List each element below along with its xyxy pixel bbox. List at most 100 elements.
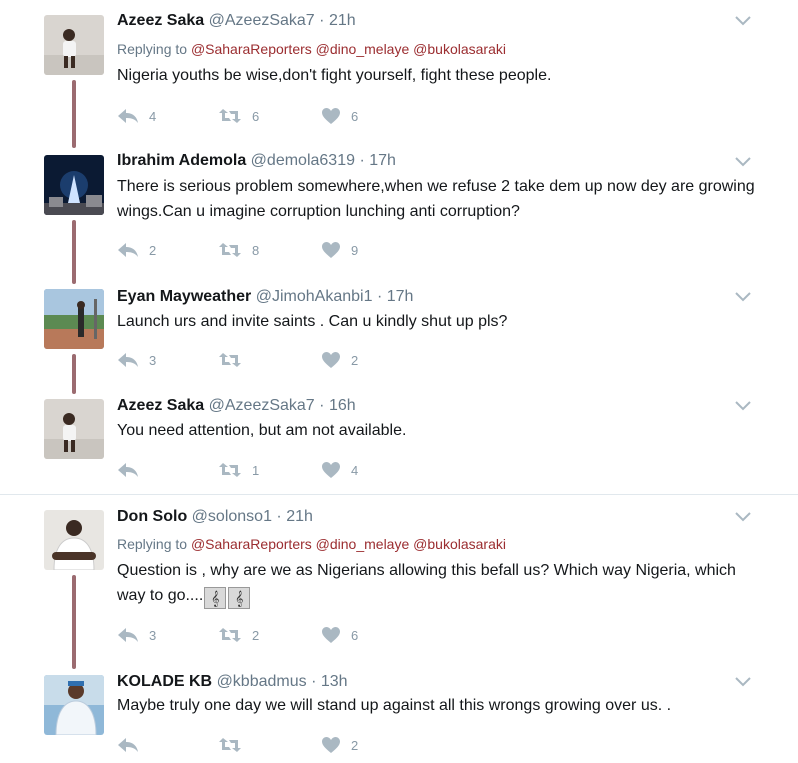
mention-link[interactable]: @dino_melaye: [316, 41, 410, 57]
user-handle[interactable]: @AzeezSaka7: [209, 397, 315, 414]
retweet-icon: [219, 109, 241, 123]
user-handle[interactable]: @JimohAkanbi1: [256, 288, 373, 305]
replying-to: Replying to @SaharaReporters @dino_melay…: [117, 40, 506, 58]
timestamp[interactable]: 17h: [369, 152, 396, 169]
like-count: 6: [351, 627, 359, 643]
display-name[interactable]: Eyan Mayweather: [117, 288, 251, 305]
retweet-count: 6: [252, 108, 260, 124]
mention-link[interactable]: @bukolasaraki: [413, 536, 506, 552]
retweet-icon: [219, 353, 241, 367]
timestamp[interactable]: 17h: [387, 288, 414, 305]
timestamp[interactable]: 13h: [321, 673, 348, 690]
tweet-text: Maybe truly one day we will stand up aga…: [117, 697, 672, 714]
replying-to: Replying to @SaharaReporters @dino_melay…: [117, 535, 506, 553]
heart-icon: [322, 462, 340, 478]
chevron-down-icon[interactable]: [734, 511, 752, 523]
like-button[interactable]: 2: [321, 735, 358, 755]
chevron-down-icon[interactable]: [734, 15, 752, 27]
display-name[interactable]: Azeez Saka: [117, 12, 204, 29]
like-count: 2: [351, 352, 359, 368]
reply-button[interactable]: 3: [117, 625, 156, 645]
tweet-text: Launch urs and invite saints . Can u kin…: [117, 313, 508, 330]
avatar[interactable]: [44, 510, 104, 570]
like-count: 4: [351, 462, 359, 478]
display-name[interactable]: KOLADE KB: [117, 673, 212, 690]
retweet-button[interactable]: [218, 735, 252, 755]
retweet-button[interactable]: 8: [218, 240, 259, 260]
heart-icon: [322, 627, 340, 643]
reply-button[interactable]: [117, 460, 149, 480]
user-handle[interactable]: @AzeezSaka7: [209, 12, 315, 29]
display-name[interactable]: Azeez Saka: [117, 397, 204, 414]
like-button[interactable]: 2: [321, 350, 358, 370]
retweet-count: 2: [252, 627, 260, 643]
display-name[interactable]: Don Solo: [117, 508, 187, 525]
tweet[interactable]: Azeez Saka @AzeezSaka7 · 16h You need at…: [0, 394, 798, 494]
avatar[interactable]: [44, 155, 104, 215]
reply-icon: [118, 109, 138, 123]
mention-link[interactable]: @SaharaReporters: [191, 41, 312, 57]
like-button[interactable]: 9: [321, 240, 358, 260]
reply-icon: [118, 628, 138, 642]
replying-to-label: Replying to: [117, 41, 188, 57]
tweet-header: Azeez Saka @AzeezSaka7 · 21h: [117, 11, 356, 31]
tweet[interactable]: Don Solo @solonso1 · 21h Replying to @Sa…: [0, 495, 798, 669]
display-name[interactable]: Ibrahim Ademola: [117, 152, 246, 169]
like-button[interactable]: 6: [321, 106, 358, 126]
like-button[interactable]: 6: [321, 625, 358, 645]
heart-icon: [322, 108, 340, 124]
timestamp[interactable]: 16h: [329, 397, 356, 414]
like-button[interactable]: 4: [321, 460, 358, 480]
chevron-down-icon[interactable]: [734, 291, 752, 303]
reply-icon: [118, 738, 138, 752]
chevron-down-icon[interactable]: [734, 400, 752, 412]
tweet[interactable]: KOLADE KB @kbbadmus · 13h Maybe truly on…: [0, 669, 798, 763]
replying-to-label: Replying to: [117, 536, 188, 552]
separator: ·: [276, 508, 282, 525]
like-count: 9: [351, 242, 359, 258]
tweet-header: Eyan Mayweather @JimohAkanbi1 · 17h: [117, 287, 413, 307]
chevron-down-icon[interactable]: [734, 156, 752, 168]
user-handle[interactable]: @kbbadmus: [217, 673, 307, 690]
mention-link[interactable]: @dino_melaye: [316, 536, 410, 552]
musical-score-emoji: 𝄞: [228, 587, 251, 609]
retweet-count: 8: [252, 242, 260, 258]
tweet-header: Ibrahim Ademola @demola6319 · 17h: [117, 151, 396, 171]
avatar[interactable]: [44, 399, 104, 459]
mention-link[interactable]: @bukolasaraki: [413, 41, 506, 57]
retweet-button[interactable]: [218, 350, 252, 370]
retweet-button[interactable]: 2: [218, 625, 259, 645]
timestamp[interactable]: 21h: [286, 508, 313, 525]
like-count: 2: [351, 737, 359, 753]
reply-icon: [118, 353, 138, 367]
separator: ·: [319, 12, 325, 29]
avatar[interactable]: [44, 15, 104, 75]
heart-icon: [322, 737, 340, 753]
retweet-icon: [219, 463, 241, 477]
mention-link[interactable]: @SaharaReporters: [191, 536, 312, 552]
heart-icon: [322, 242, 340, 258]
separator: ·: [376, 288, 383, 305]
reply-button[interactable]: 3: [117, 350, 156, 370]
user-handle[interactable]: @solonso1: [192, 508, 272, 525]
user-handle[interactable]: @demola6319: [251, 152, 355, 169]
reply-count: 3: [149, 627, 157, 643]
timestamp[interactable]: 21h: [329, 12, 356, 29]
reply-icon: [118, 243, 138, 257]
tweet[interactable]: Ibrahim Ademola @demola6319 · 17h There …: [0, 148, 798, 284]
reply-button[interactable]: [117, 735, 149, 755]
reply-button[interactable]: 4: [117, 106, 156, 126]
reply-count: 3: [149, 352, 157, 368]
avatar[interactable]: [44, 675, 104, 735]
chevron-down-icon[interactable]: [734, 676, 752, 688]
avatar[interactable]: [44, 289, 104, 349]
tweet[interactable]: Eyan Mayweather @JimohAkanbi1 · 17h Laun…: [0, 284, 798, 394]
retweet-button[interactable]: 1: [218, 460, 259, 480]
reply-button[interactable]: 2: [117, 240, 156, 260]
separator: ·: [311, 673, 317, 690]
retweet-button[interactable]: 6: [218, 106, 259, 126]
separator: ·: [359, 152, 365, 169]
tweet-header: KOLADE KB @kbbadmus · 13h: [117, 672, 348, 692]
tweet[interactable]: Azeez Saka @AzeezSaka7 · 21h Replying to…: [0, 0, 798, 148]
reply-count: 2: [149, 242, 157, 258]
